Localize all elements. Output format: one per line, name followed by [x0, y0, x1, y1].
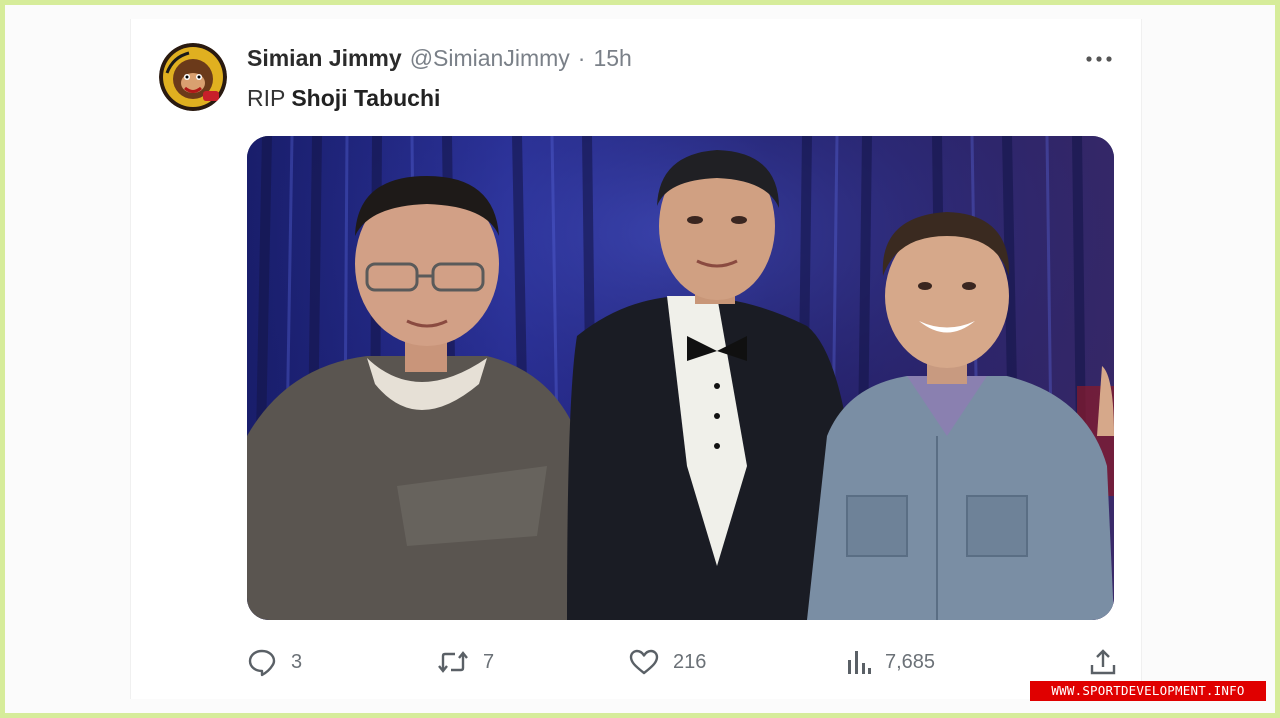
tweet-photo[interactable] — [247, 136, 1114, 620]
heart-icon — [629, 648, 659, 676]
tweet-action-bar: 3 7 216 7,685 — [247, 644, 1117, 680]
more-horizontal-icon[interactable] — [1085, 49, 1113, 69]
tweet-text-prefix: RIP — [247, 85, 285, 111]
tweet-text-mention[interactable]: Shoji Tabuchi — [291, 85, 440, 111]
retweet-arrows-icon — [437, 648, 469, 676]
watermark-label: WWW.SPORTDEVELOPMENT.INFO — [1030, 681, 1266, 701]
speech-bubble-icon — [247, 647, 277, 677]
author-display-name[interactable]: Simian Jimmy — [247, 45, 402, 72]
author-avatar[interactable] — [159, 43, 227, 111]
reply-count: 3 — [291, 650, 303, 673]
retweet-button[interactable]: 7 — [437, 644, 494, 680]
views-button[interactable]: 7,685 — [845, 644, 935, 680]
share-upload-icon — [1089, 647, 1117, 677]
bar-chart-icon — [845, 648, 871, 676]
retweet-count: 7 — [483, 650, 495, 673]
reply-button[interactable]: 3 — [247, 644, 302, 680]
like-button[interactable]: 216 — [629, 644, 706, 680]
tweet-text: RIP Shoji Tabuchi — [247, 85, 440, 112]
avatar-image — [159, 43, 227, 111]
views-count: 7,685 — [885, 650, 936, 673]
tweet-header: Simian Jimmy @SimianJimmy · 15h — [247, 45, 632, 75]
screenshot-frame: Simian Jimmy @SimianJimmy · 15h RIP Shoj… — [5, 5, 1275, 713]
like-count: 216 — [673, 650, 707, 673]
author-handle[interactable]: @SimianJimmy — [410, 45, 570, 72]
share-button[interactable] — [1089, 644, 1117, 680]
tweet-timestamp[interactable]: 15h — [593, 45, 631, 72]
photo-image — [247, 136, 1114, 620]
tweet-card[interactable]: Simian Jimmy @SimianJimmy · 15h RIP Shoj… — [130, 19, 1142, 699]
header-separator: · — [577, 45, 586, 71]
